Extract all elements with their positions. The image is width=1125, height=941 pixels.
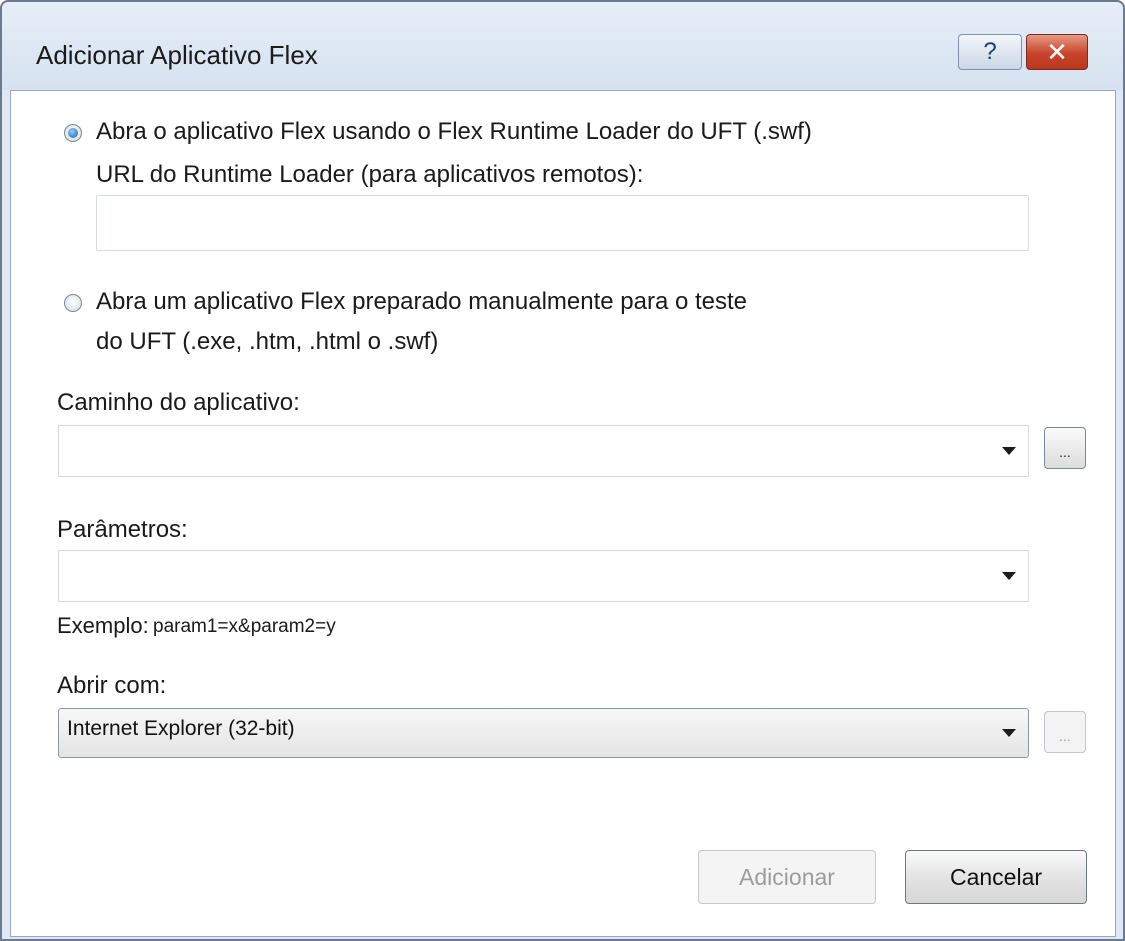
open-with-select[interactable]: Internet Explorer (32-bit) [58, 708, 1029, 758]
example-value: param1=x&param2=y [153, 616, 336, 637]
close-icon: ✕ [1046, 36, 1068, 67]
dialog-body: Abra o aplicativo Flex usando o Flex Run… [10, 90, 1116, 937]
app-path-label: Caminho do aplicativo: [57, 389, 300, 416]
ellipsis-icon: ... [1059, 728, 1071, 744]
help-icon: ? [983, 38, 997, 65]
app-path-browse-button[interactable]: ... [1044, 427, 1086, 469]
add-flex-app-dialog: Adicionar Aplicativo Flex ? ✕ Abra o apl… [0, 0, 1125, 941]
open-with-value: Internet Explorer (32-bit) [67, 717, 295, 740]
add-button[interactable]: Adicionar [698, 850, 876, 904]
open-with-label: Abrir com: [57, 672, 167, 699]
manual-app-label-line2[interactable]: do UFT (.exe, .htm, .html o .swf) [96, 328, 438, 356]
url-label: URL do Runtime Loader (para aplicativos … [96, 161, 644, 188]
dialog-title: Adicionar Aplicativo Flex [36, 40, 318, 70]
manual-app-radio[interactable] [64, 294, 82, 312]
close-button[interactable]: ✕ [1026, 34, 1088, 70]
app-path-combobox[interactable] [58, 425, 1029, 477]
ellipsis-icon: ... [1059, 444, 1071, 460]
title-bar[interactable]: Adicionar Aplicativo Flex ? ✕ [2, 2, 1123, 90]
cancel-button[interactable]: Cancelar [905, 850, 1087, 904]
dropdown-arrow-icon[interactable] [1002, 447, 1016, 455]
manual-app-label-line1[interactable]: Abra um aplicativo Flex preparado manual… [96, 288, 747, 316]
cancel-button-label: Cancelar [949, 863, 1043, 890]
example-prefix: Exemplo: [57, 613, 149, 638]
parameters-label: Parâmetros: [57, 516, 188, 543]
dropdown-arrow-icon[interactable] [1002, 729, 1016, 737]
parameters-combobox[interactable] [58, 550, 1029, 602]
help-button[interactable]: ? [958, 34, 1022, 70]
runtime-loader-label[interactable]: Abra o aplicativo Flex usando o Flex Run… [96, 118, 812, 146]
dropdown-arrow-icon[interactable] [1002, 572, 1016, 580]
open-with-browse-button[interactable]: ... [1044, 711, 1086, 753]
runtime-loader-radio[interactable] [64, 124, 82, 142]
add-button-label: Adicionar [739, 863, 835, 890]
runtime-loader-url-input[interactable] [96, 195, 1029, 251]
